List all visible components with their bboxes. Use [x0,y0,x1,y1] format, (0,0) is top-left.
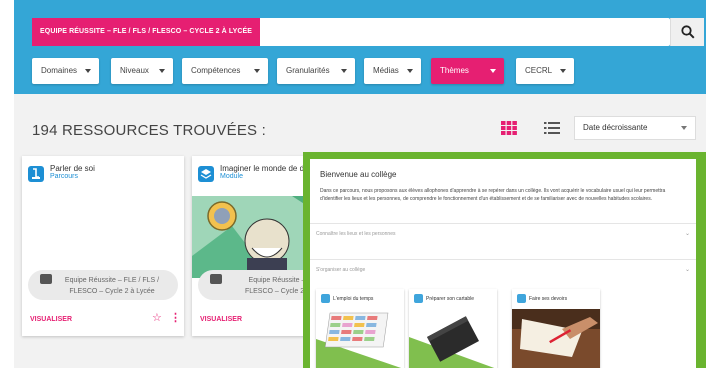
section-accordion[interactable]: Connaître les lieux et les personnes ⌄ [310,223,696,245]
caret-down-icon [254,69,260,73]
filter-granularites[interactable]: Granularités [277,58,355,84]
filter-label: Compétences [191,66,241,75]
caret-down-icon [341,69,347,73]
card-type: Module [220,173,243,180]
filter-label: Médias [373,66,399,75]
sort-select[interactable]: Date décroissante [574,116,696,140]
caret-down-icon [681,126,687,130]
module-icon [321,294,330,303]
author-line: Equipe Réussite – FLE / FLS / [64,277,160,284]
filter-label: Domaines [41,66,78,75]
section-accordion[interactable]: S'organiser au collège ⌄ [310,259,696,281]
parcours-icon [28,166,44,182]
module-title: L'emploi du temps [333,296,374,302]
resource-card[interactable]: Parler de soi Parcours Equipe Réussite –… [22,156,184,336]
search-icon [681,25,695,39]
section-label: Connaître les lieux et les personnes [316,231,396,237]
author-badge[interactable]: Equipe Réussite – FLE / FLS / FLESCO – Cy… [28,270,178,300]
module-card[interactable]: L'emploi du temps [316,289,404,368]
search-filter-chip[interactable]: EQUIPE RÉUSSITE – FLE / FLS / FLESCO – C… [32,18,261,46]
caret-down-icon [490,69,496,73]
homework-image [512,309,600,368]
filter-competences[interactable]: Compétences [182,58,268,84]
sort-value: Date décroissante [583,123,648,132]
search-header: EQUIPE RÉUSSITE – FLE / FLS / FLESCO – C… [14,0,706,94]
module-icon [198,166,214,182]
module-icon [414,294,423,303]
chevron-down-icon: ⌄ [684,267,690,273]
filter-label: Thèmes [440,66,469,75]
filter-cecrl[interactable]: CECRL [516,58,574,84]
card-type: Parcours [50,173,79,180]
chevron-down-icon: ⌄ [684,231,690,237]
parcours-preview-panel: Bienvenue au collège Dans ce parcours, n… [303,152,706,368]
module-card[interactable]: Faire ses devoirs [512,289,600,368]
filter-themes[interactable]: Thèmes [431,58,504,84]
card-title[interactable]: Imaginer le monde de de [220,164,309,173]
caret-down-icon [85,69,91,73]
grid-view-icon[interactable] [501,121,517,135]
preview-title: Bienvenue au collège [320,170,397,179]
visualiser-link[interactable]: VISUALISER [200,316,242,323]
filter-niveaux[interactable]: Niveaux [111,58,173,84]
filter-domaines[interactable]: Domaines [32,58,99,84]
schoolbag-image [409,309,497,368]
module-card[interactable]: Préparer son cartable [409,289,497,368]
results-count: 194 RESSOURCES TROUVÉES : [32,122,266,139]
caret-down-icon [407,69,413,73]
module-title: Faire ses devoirs [529,296,568,302]
caret-down-icon [159,69,165,73]
filter-label: Granularités [286,66,330,75]
left-edge [0,0,14,368]
card-title[interactable]: Parler de soi [50,164,95,173]
author-line: FLESCO – Cycle 2 à Lycée [69,288,155,295]
preview-content: Bienvenue au collège Dans ce parcours, n… [310,159,696,368]
module-icon [517,294,526,303]
star-icon[interactable]: ☆ [152,311,162,324]
filter-label: CECRL [525,66,553,75]
module-title: Préparer son cartable [426,296,475,302]
more-options-icon[interactable]: ⋮ [170,311,181,324]
section-label: S'organiser au collège [316,267,366,273]
preview-description: Dans ce parcours, nous proposons aux élè… [320,188,666,202]
search-button[interactable] [670,18,704,46]
caret-down-icon [560,69,566,73]
filter-medias[interactable]: Médias [364,58,421,84]
timetable-image [316,309,404,368]
list-view-icon[interactable] [544,122,560,134]
visualiser-link[interactable]: VISUALISER [30,316,72,323]
filter-label: Niveaux [120,66,149,75]
search-bar[interactable]: EQUIPE RÉUSSITE – FLE / FLS / FLESCO – C… [32,18,670,46]
